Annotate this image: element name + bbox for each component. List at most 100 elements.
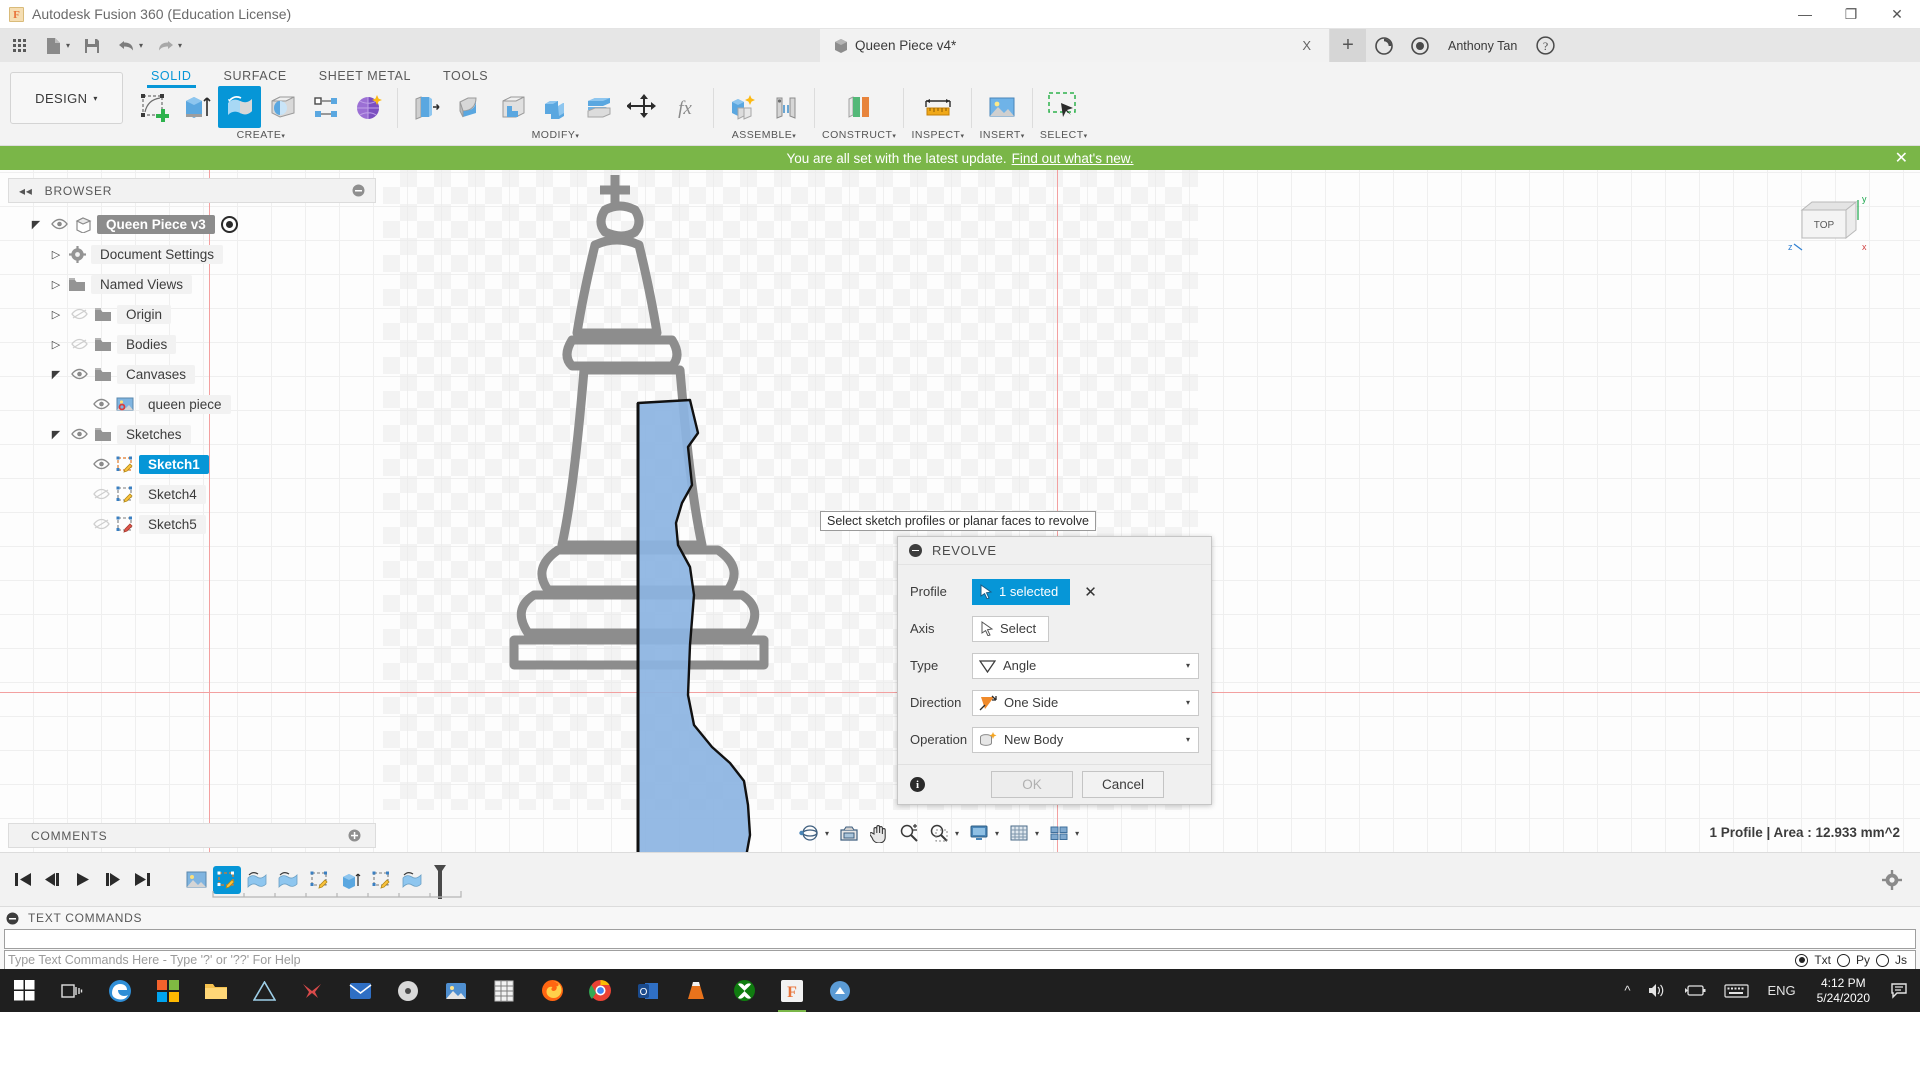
battery-icon[interactable] bbox=[1675, 984, 1715, 997]
timeline-play-button[interactable] bbox=[68, 872, 98, 887]
edge-icon[interactable] bbox=[96, 969, 144, 1012]
job-status-icon[interactable] bbox=[1366, 29, 1402, 62]
revolve-dialog[interactable]: REVOLVE Profile 1 selected ✕ Axis Select… bbox=[897, 536, 1212, 805]
keyboard-icon[interactable] bbox=[1715, 983, 1758, 998]
action-center-icon[interactable] bbox=[1882, 982, 1920, 1000]
browser-minimize-icon[interactable] bbox=[352, 184, 365, 197]
combine-button[interactable] bbox=[534, 86, 577, 128]
timeline-step-forward-button[interactable] bbox=[98, 872, 128, 887]
document-tab[interactable]: Queen Piece v4* X bbox=[820, 29, 1330, 62]
tab-surface[interactable]: SURFACE bbox=[208, 62, 303, 88]
ribbon-group-assemble-label[interactable]: ASSEMBLE▾ bbox=[732, 129, 797, 141]
dialog-collapse-icon[interactable] bbox=[909, 544, 922, 557]
task-view-button[interactable] bbox=[48, 969, 96, 1012]
expand-arrow-icon[interactable]: ▷ bbox=[46, 278, 66, 291]
tree-item-origin[interactable]: ▷ Origin bbox=[8, 299, 376, 329]
selected-profile-region[interactable] bbox=[620, 395, 770, 852]
operation-dropdown[interactable]: New Body ▾ bbox=[972, 726, 1199, 753]
direction-dropdown[interactable]: One Side ▾ bbox=[972, 689, 1199, 716]
joint-button[interactable] bbox=[764, 86, 807, 128]
banner-link[interactable]: Find out what's new. bbox=[1012, 151, 1134, 166]
undo-caret-icon[interactable]: ▾ bbox=[139, 41, 143, 50]
zoom-window-icon[interactable] bbox=[925, 820, 953, 846]
timeline-item-canvas[interactable] bbox=[182, 866, 210, 894]
timeline-settings-gear-icon[interactable] bbox=[1882, 869, 1902, 890]
tree-item-bodies[interactable]: ▷ Bodies bbox=[8, 329, 376, 359]
timeline-step-back-button[interactable] bbox=[38, 872, 68, 887]
insert-canvas-button[interactable] bbox=[981, 86, 1024, 128]
redo-icon[interactable] bbox=[150, 33, 180, 59]
save-icon[interactable] bbox=[77, 33, 107, 59]
chevron-down-icon[interactable]: ▾ bbox=[1186, 735, 1190, 744]
volume-icon[interactable] bbox=[1639, 983, 1675, 998]
expand-arrow-icon[interactable]: ◤ bbox=[46, 368, 66, 381]
new-tab-button[interactable]: + bbox=[1330, 29, 1366, 62]
mode-py-radio[interactable] bbox=[1836, 953, 1850, 967]
tree-item-sketch4[interactable]: Sketch4 bbox=[8, 479, 376, 509]
recent-activity-icon[interactable] bbox=[1402, 29, 1438, 62]
vlc-icon[interactable] bbox=[672, 969, 720, 1012]
undo-icon[interactable] bbox=[111, 33, 141, 59]
maximize-button[interactable]: ❐ bbox=[1828, 0, 1874, 29]
expand-arrow-icon[interactable]: ▷ bbox=[46, 338, 66, 351]
banner-close-icon[interactable]: ✕ bbox=[1895, 148, 1908, 168]
tree-item-sketch1[interactable]: Sketch1 bbox=[8, 449, 376, 479]
tree-item-sketch5[interactable]: Sketch5 bbox=[8, 509, 376, 539]
tree-item-queen-piece-v3[interactable]: ◤ Queen Piece v3 bbox=[8, 209, 376, 239]
mode-js-radio[interactable] bbox=[1876, 953, 1889, 967]
user-account-label[interactable]: Anthony Tan bbox=[1438, 29, 1527, 62]
visibility-eye-icon[interactable] bbox=[66, 428, 92, 440]
activate-component-radio[interactable] bbox=[220, 215, 238, 233]
chevron-down-icon[interactable]: ▾ bbox=[1186, 661, 1190, 670]
zoom-caret-icon[interactable]: ▾ bbox=[955, 829, 959, 838]
ribbon-group-modify-label[interactable]: MODIFY▾ bbox=[532, 129, 580, 141]
extrude-button[interactable] bbox=[175, 86, 218, 128]
new-document-icon[interactable] bbox=[38, 33, 68, 59]
fusion360-icon[interactable]: F bbox=[768, 969, 816, 1012]
outlook-icon[interactable]: O bbox=[624, 969, 672, 1012]
tree-item-canvases[interactable]: ◤ Canvases bbox=[8, 359, 376, 389]
zoom-icon[interactable] bbox=[895, 820, 923, 846]
viewports-caret-icon[interactable]: ▾ bbox=[1075, 829, 1079, 838]
view-cube[interactable]: TOP y z x bbox=[1776, 180, 1872, 276]
profile-clear-icon[interactable]: ✕ bbox=[1084, 583, 1097, 601]
autodesk-icon[interactable] bbox=[240, 969, 288, 1012]
move-copy-button[interactable] bbox=[620, 86, 663, 128]
app-icon[interactable] bbox=[816, 969, 864, 1012]
cancel-button[interactable]: Cancel bbox=[1082, 771, 1164, 798]
viewports-icon[interactable] bbox=[1045, 820, 1073, 846]
mode-txt-radio[interactable] bbox=[1795, 953, 1809, 967]
excel-icon[interactable] bbox=[480, 969, 528, 1012]
taskbar-clock[interactable]: 4:12 PM 5/24/2020 bbox=[1805, 976, 1882, 1006]
ribbon-group-select-label[interactable]: SELECT▾ bbox=[1040, 129, 1088, 141]
look-at-icon[interactable] bbox=[835, 820, 863, 846]
display-settings-icon[interactable] bbox=[965, 820, 993, 846]
visibility-eye-icon[interactable] bbox=[46, 218, 72, 230]
fillet-button[interactable] bbox=[448, 86, 491, 128]
tree-item-sketches[interactable]: ◤ Sketches bbox=[8, 419, 376, 449]
orbit-caret-icon[interactable]: ▾ bbox=[825, 829, 829, 838]
offset-plane-button[interactable] bbox=[838, 86, 881, 128]
create-sketch-button[interactable] bbox=[132, 86, 175, 128]
ribbon-group-insert-label[interactable]: INSERT▾ bbox=[979, 129, 1024, 141]
press-pull-button[interactable] bbox=[405, 86, 448, 128]
new-component-button[interactable] bbox=[721, 86, 764, 128]
canvas-area[interactable]: ◂◂ BROWSER ◤ Queen Piece v3 ▷ Document S… bbox=[0, 170, 1920, 852]
redo-caret-icon[interactable]: ▾ bbox=[178, 41, 182, 50]
blender-icon[interactable] bbox=[288, 969, 336, 1012]
visibility-eye-icon[interactable] bbox=[88, 458, 114, 470]
expand-arrow-icon[interactable]: ◤ bbox=[26, 218, 46, 231]
text-commands-input[interactable]: Type Text Commands Here - Type '?' or '?… bbox=[4, 950, 1916, 970]
expand-arrow-icon[interactable]: ◤ bbox=[46, 428, 66, 441]
tree-item-named-views[interactable]: ▷ Named Views bbox=[8, 269, 376, 299]
tree-item-queen-piece-canvas[interactable]: queen piece bbox=[8, 389, 376, 419]
text-commands-collapse-icon[interactable] bbox=[6, 912, 19, 925]
grid-snap-icon[interactable] bbox=[1005, 820, 1033, 846]
form-button[interactable] bbox=[347, 86, 390, 128]
ribbon-group-inspect-label[interactable]: INSPECT▾ bbox=[911, 129, 964, 141]
ribbon-group-create-label[interactable]: CREATE▾ bbox=[237, 129, 286, 141]
orbit-icon[interactable] bbox=[795, 820, 823, 846]
new-document-caret-icon[interactable]: ▾ bbox=[66, 41, 70, 50]
file-explorer-icon[interactable] bbox=[192, 969, 240, 1012]
visibility-eye-off-icon[interactable] bbox=[88, 488, 114, 500]
